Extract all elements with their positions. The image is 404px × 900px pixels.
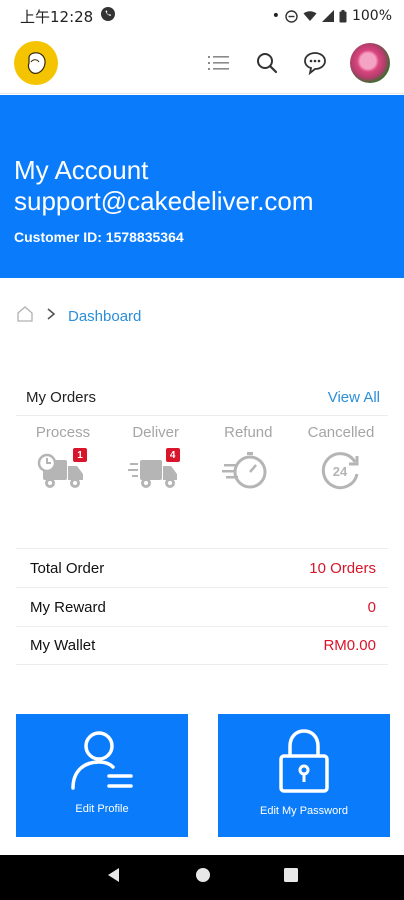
home-icon[interactable] xyxy=(16,305,34,328)
page-title: My Account xyxy=(14,155,149,185)
padlock-icon xyxy=(277,728,331,799)
breadcrumb-dashboard[interactable]: Dashboard xyxy=(68,308,141,325)
app-header xyxy=(0,32,404,94)
avatar[interactable] xyxy=(350,42,390,83)
order-status-row: Process 1 Deliver 4 Refund Cancelled 24 xyxy=(16,424,388,494)
summary-label: My Reward xyxy=(30,598,106,616)
refund-timer-icon xyxy=(220,448,276,494)
account-hero: My Account support@cakedeliver.com Custo… xyxy=(0,95,404,278)
svg-text:24: 24 xyxy=(333,464,348,479)
user-profile-icon xyxy=(69,730,135,797)
status-label: Refund xyxy=(224,424,273,441)
summary-value: 10 Orders xyxy=(309,559,376,577)
home-button-icon[interactable] xyxy=(195,867,211,888)
phone-icon xyxy=(101,6,116,26)
account-summary: Total Order 10 Orders My Reward 0 My Wal… xyxy=(16,548,388,665)
breadcrumb: Dashboard xyxy=(16,305,141,328)
status-badge: 1 xyxy=(73,448,87,462)
battery-icon xyxy=(339,9,347,23)
chat-icon[interactable] xyxy=(302,50,328,76)
search-icon[interactable] xyxy=(254,50,280,76)
cancelled-24-icon: 24 xyxy=(313,448,369,494)
process-truck-icon: 1 xyxy=(35,448,91,494)
chevron-right-icon xyxy=(46,307,56,326)
status-label: Deliver xyxy=(132,424,179,441)
status-label: Process xyxy=(35,424,91,441)
system-nav-bar xyxy=(0,855,404,900)
dnd-icon xyxy=(285,9,298,23)
order-status-cancelled[interactable]: Cancelled 24 xyxy=(298,424,384,494)
status-time: 上午12:28 xyxy=(20,7,94,26)
recents-icon[interactable] xyxy=(283,868,298,887)
delivery-truck-icon: 4 xyxy=(127,448,184,494)
summary-row-my-reward[interactable]: My Reward 0 xyxy=(16,587,388,626)
battery-percent: 100% xyxy=(351,8,392,24)
dot-icon: • xyxy=(271,8,280,24)
orders-title: My Orders xyxy=(26,389,97,406)
status-badge: 4 xyxy=(165,448,180,462)
summary-value: 0 xyxy=(367,598,376,616)
signal-icon xyxy=(321,10,334,22)
order-status-deliver[interactable]: Deliver 4 xyxy=(113,424,199,494)
menu-icon[interactable] xyxy=(206,50,232,76)
tile-label: Edit Profile xyxy=(75,803,129,815)
cake-logo-icon[interactable] xyxy=(14,40,58,85)
summary-label: My Wallet xyxy=(30,637,96,654)
edit-profile-button[interactable]: Edit Profile xyxy=(16,714,188,837)
status-bar: 上午12:28 • 100% xyxy=(0,0,404,32)
view-all-link[interactable]: View All xyxy=(328,389,388,406)
order-status-refund[interactable]: Refund xyxy=(205,424,291,494)
edit-password-button[interactable]: Edit My Password xyxy=(218,714,390,837)
summary-value: RM0.00 xyxy=(323,637,376,654)
summary-row-my-wallet[interactable]: My Wallet RM0.00 xyxy=(16,626,388,665)
status-label: Cancelled xyxy=(307,424,375,441)
summary-label: Total Order xyxy=(30,559,105,577)
wifi-icon xyxy=(303,10,317,22)
summary-row-total-order[interactable]: Total Order 10 Orders xyxy=(16,548,388,587)
orders-header: My Orders View All xyxy=(16,380,388,416)
back-icon[interactable] xyxy=(106,867,122,888)
tile-label: Edit My Password xyxy=(259,805,349,817)
account-email: support@cakedeliver.com xyxy=(14,186,314,216)
order-status-process[interactable]: Process 1 xyxy=(20,424,106,494)
my-orders-section: My Orders View All Process 1 Deliver 4 R… xyxy=(16,380,388,494)
customer-id: Customer ID: 1578835364 xyxy=(14,229,184,245)
